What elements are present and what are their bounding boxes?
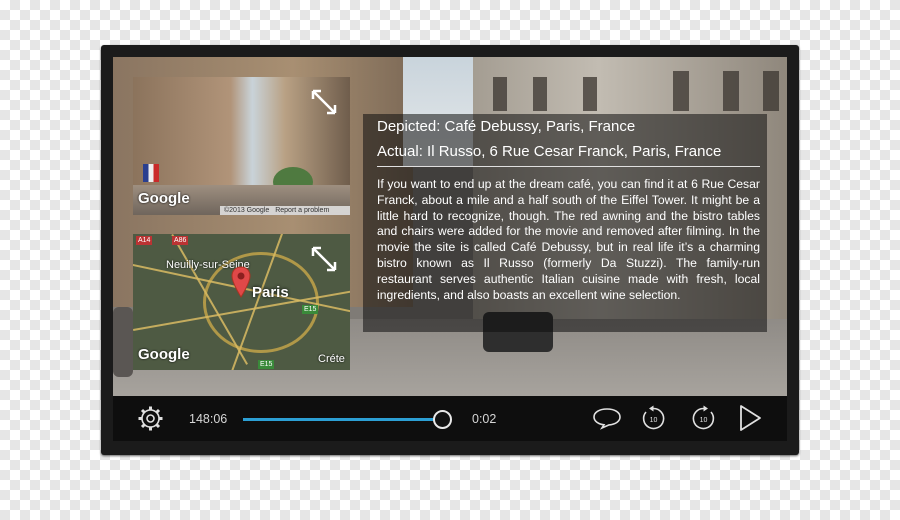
forward-10-icon[interactable]: 10 bbox=[690, 405, 717, 432]
location-description: If you want to end up at the dream café,… bbox=[377, 177, 760, 302]
google-logo: Google bbox=[138, 346, 190, 363]
progress-handle[interactable] bbox=[432, 410, 452, 429]
actual-location: Actual: Il Russo, 6 Rue Cesar Franck, Pa… bbox=[377, 143, 722, 160]
map-label-creteil: Créte bbox=[318, 353, 345, 365]
settings-icon[interactable] bbox=[137, 405, 164, 432]
info-divider bbox=[377, 166, 760, 167]
svg-text:10: 10 bbox=[650, 417, 658, 424]
street-view-footer: ©2013 Google Report a problem bbox=[220, 206, 350, 215]
depicted-location: Depicted: Café Debussy, Paris, France bbox=[377, 118, 636, 135]
road-badge-a14: A14 bbox=[136, 236, 153, 245]
road-badge-a86: A86 bbox=[172, 236, 189, 245]
map-city-label: Paris bbox=[252, 284, 289, 301]
elapsed-time: 148:06 bbox=[189, 412, 228, 426]
road-badge-e15: E15 bbox=[258, 360, 275, 369]
map-pin-icon[interactable] bbox=[231, 265, 251, 299]
progress-bar[interactable] bbox=[243, 418, 441, 421]
play-icon[interactable] bbox=[738, 404, 763, 432]
svg-text:10: 10 bbox=[700, 417, 708, 424]
french-flag bbox=[143, 164, 159, 182]
subtitles-icon[interactable] bbox=[592, 406, 622, 430]
expand-map-icon[interactable] bbox=[309, 244, 339, 274]
rewind-10-icon[interactable]: 10 bbox=[640, 405, 667, 432]
road-badge-e15: E15 bbox=[302, 305, 319, 314]
report-problem-link[interactable]: Report a problem bbox=[275, 207, 329, 214]
google-logo: Google bbox=[138, 190, 190, 207]
remaining-time: 0:02 bbox=[472, 412, 497, 426]
expand-street-view-icon[interactable] bbox=[309, 87, 339, 117]
